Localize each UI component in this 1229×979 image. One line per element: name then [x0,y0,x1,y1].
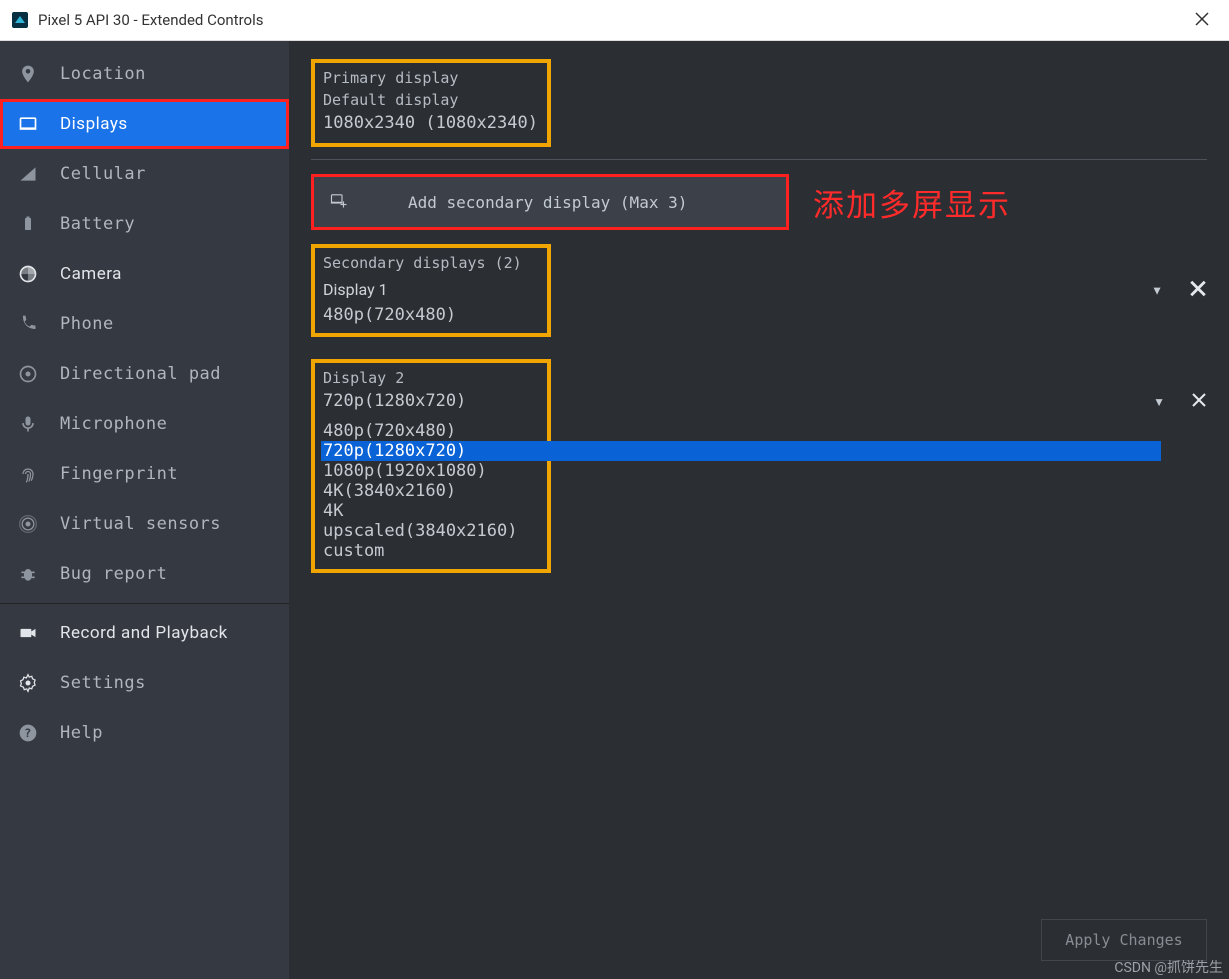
resolution-option[interactable]: 4K upscaled(3840x2160) [323,501,539,541]
sidebar-item-label: Battery [60,214,135,234]
displays-icon [18,114,38,134]
sidebar-item-label: Displays [60,114,128,134]
display1-resolution: 480p(720x480) [323,305,539,325]
add-display-icon [330,191,348,213]
sidebar-item-record-playback[interactable]: Record and Playback [0,608,289,658]
primary-display-resolution: 1080x2340 (1080x2340) [323,113,539,133]
record-icon [18,623,38,643]
apply-changes-label: Apply Changes [1065,931,1182,949]
camera-icon [18,264,38,284]
sidebar-item-fingerprint[interactable]: Fingerprint [0,449,289,499]
sensors-icon [18,514,38,534]
sidebar-item-virtual-sensors[interactable]: Virtual sensors [0,499,289,549]
microphone-icon [18,414,38,434]
sidebar-item-label: Record and Playback [60,623,228,643]
sidebar-item-label: Phone [60,314,114,334]
primary-display-title: Primary display [323,69,539,87]
cellular-icon [18,164,38,184]
phone-icon [18,314,38,334]
resolution-option[interactable]: custom [323,541,539,561]
watermark: CSDN @抓饼先生 [1108,955,1229,979]
help-icon: ? [18,723,38,743]
primary-display-subtitle: Default display [323,91,539,109]
battery-icon [18,214,38,234]
resolution-option-selected[interactable]: 720p(1280x720) [321,441,1161,461]
sidebar-item-microphone[interactable]: Microphone [0,399,289,449]
sidebar-item-label: Help [60,723,103,743]
window-title: Pixel 5 API 30 - Extended Controls [38,11,263,29]
sidebar-item-location[interactable]: Location [0,49,289,99]
sidebar-divider [0,603,289,604]
sidebar-item-label: Camera [60,264,122,284]
display1-name: Display 1 [323,280,539,299]
fingerprint-icon [18,464,38,484]
svg-text:?: ? [24,726,31,740]
display2-name: Display 2 [323,369,539,387]
sidebar-item-label: Bug report [60,564,167,584]
display2-dropdown-arrow[interactable]: ▼ [1153,395,1165,409]
settings-icon [18,673,38,693]
display2-panel: Display 2 720p(1280x720) 480p(720x480) 7… [311,359,551,573]
window-close-button[interactable] [1187,6,1217,35]
sidebar-item-label: Microphone [60,414,167,434]
display2-remove-button[interactable] [1191,389,1207,414]
sidebar-item-label: Cellular [60,164,146,184]
primary-display-panel: Primary display Default display 1080x234… [311,59,551,147]
display1-dropdown-arrow[interactable]: ▼ [1151,284,1163,298]
bug-icon [18,564,38,584]
sidebar-item-directional-pad[interactable]: Directional pad [0,349,289,399]
display1-remove-button[interactable] [1189,278,1207,303]
sidebar-item-label: Fingerprint [60,464,178,484]
dpad-icon [18,364,38,384]
sidebar-item-battery[interactable]: Battery [0,199,289,249]
sidebar-item-bug-report[interactable]: Bug report [0,549,289,599]
sidebar-item-label: Settings [60,673,146,693]
sidebar-item-label: Virtual sensors [60,514,221,534]
display2-selected-resolution: 720p(1280x720) [323,391,539,411]
titlebar: Pixel 5 API 30 - Extended Controls [0,0,1229,41]
sidebar-item-cellular[interactable]: Cellular [0,149,289,199]
sidebar-item-displays[interactable]: Displays [0,99,289,149]
sidebar-item-settings[interactable]: Settings [0,658,289,708]
location-icon [18,64,38,84]
add-secondary-display-button[interactable]: Add secondary display (Max 3) [311,174,789,230]
sidebar-item-label: Location [60,64,146,84]
sidebar-item-help[interactable]: ? Help [0,708,289,758]
sidebar-item-label: Directional pad [60,364,221,384]
sidebar-item-phone[interactable]: Phone [0,299,289,349]
resolution-option[interactable]: 480p(720x480) [323,421,539,441]
resolution-option[interactable]: 4K(3840x2160) [323,481,539,501]
add-secondary-display-label: Add secondary display (Max 3) [408,193,687,212]
sidebar: Location Displays Cellular Battery Camer… [0,41,289,979]
secondary-displays-header: Secondary displays (2) [323,254,539,272]
divider [311,159,1207,160]
resolution-option[interactable]: 1080p(1920x1080) [323,461,539,481]
secondary-displays-panel: Secondary displays (2) Display 1 480p(72… [311,244,551,337]
sidebar-item-camera[interactable]: Camera [0,249,289,299]
app-icon [12,12,28,28]
content-pane: Primary display Default display 1080x234… [289,41,1229,979]
annotation-text: 添加多屏显示 [813,180,1011,225]
